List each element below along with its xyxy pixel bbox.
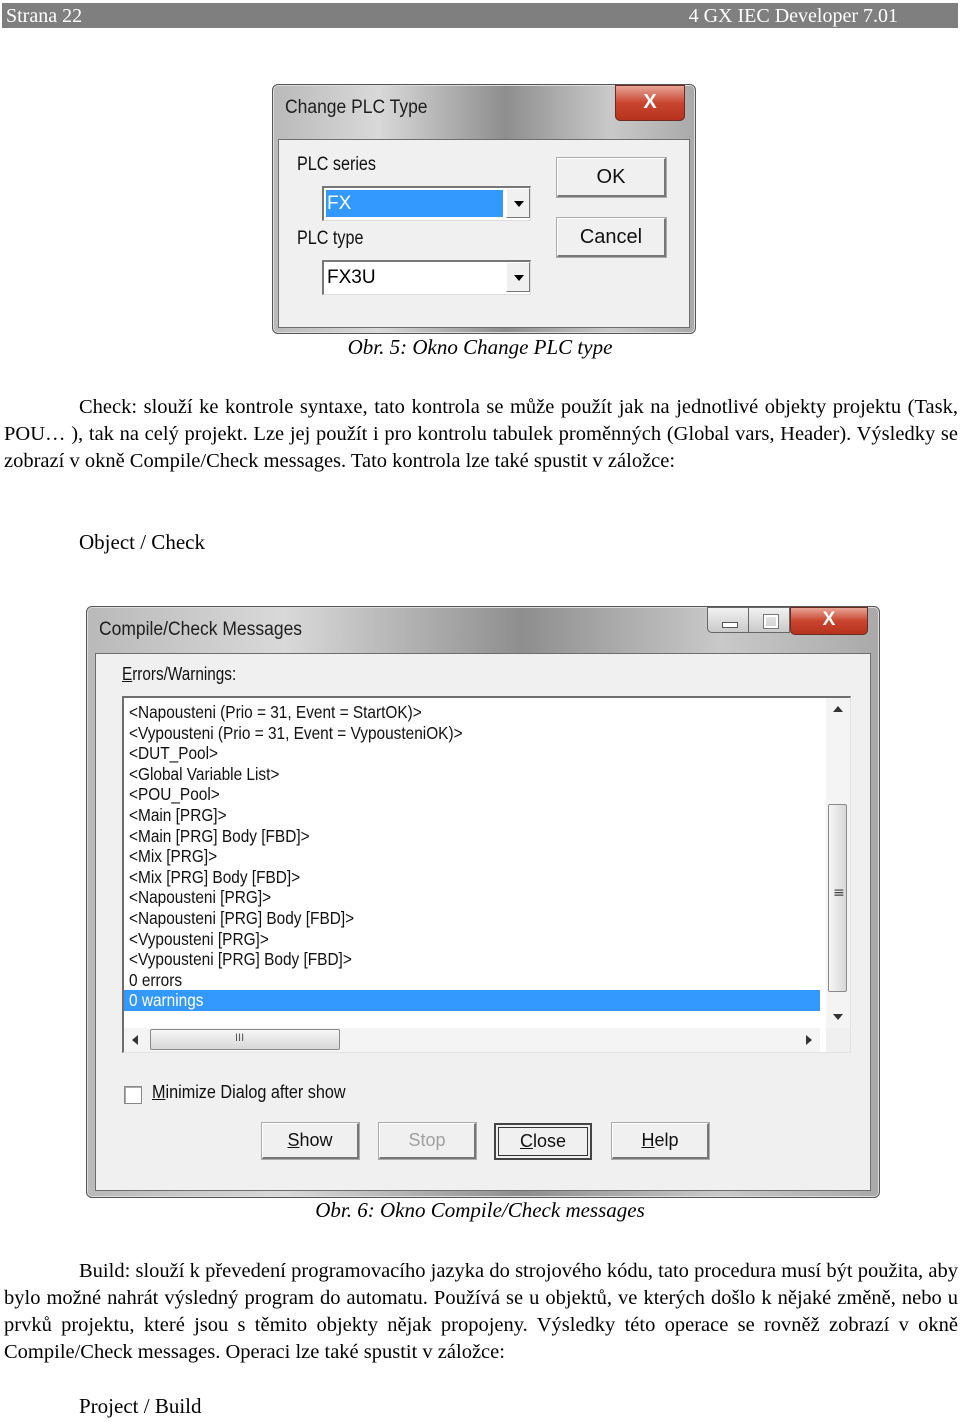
scrollbar-corner xyxy=(826,1028,850,1052)
stop-label-text: Stop xyxy=(408,1130,446,1150)
close-button[interactable]: X xyxy=(615,85,685,121)
list-item[interactable]: 0 warnings xyxy=(124,990,820,1011)
list-item[interactable]: 0 errors xyxy=(124,970,820,991)
compile-check-messages-dialog: Compile/Check Messages X Errors/Warnings… xyxy=(86,606,880,1198)
list-item[interactable]: <Mix [PRG]> xyxy=(124,846,820,867)
plc-series-value: FX xyxy=(326,190,503,217)
mnemonic-e: E xyxy=(122,664,133,684)
paragraph: Check: slouží ke kontrole syntaxe, tato … xyxy=(4,394,958,475)
page-number: Strana 22 xyxy=(6,5,83,27)
errors-warnings-label-text: rrors/Warnings: xyxy=(132,664,237,684)
horizontal-scroll-thumb[interactable] xyxy=(150,1029,340,1050)
maximize-button[interactable] xyxy=(748,607,790,633)
page-header: Strana 22 4 GX IEC Developer 7.01 xyxy=(2,3,958,28)
dialog-client-area: PLC series FX PLC type FX3U OK Cancel xyxy=(278,139,690,328)
show-label-text: how xyxy=(299,1130,333,1150)
list-item[interactable]: <Vypousteni [PRG]> xyxy=(124,929,820,950)
close-icon: X xyxy=(643,91,657,113)
list-item[interactable]: <Global Variable List> xyxy=(124,764,820,785)
plc-type-label: PLC type xyxy=(297,228,364,249)
chapter-title: 4 GX IEC Developer 7.01 xyxy=(688,5,898,27)
scroll-down-icon[interactable] xyxy=(826,1006,850,1028)
minimize-dialog-checkbox[interactable] xyxy=(124,1086,142,1104)
list-item-text: <POU_Pool> xyxy=(129,784,220,805)
list-item-text: <Main [PRG]> xyxy=(129,804,227,825)
cancel-button[interactable]: Cancel xyxy=(557,218,666,257)
horizontal-scrollbar[interactable] xyxy=(124,1028,820,1052)
scroll-up-icon[interactable] xyxy=(826,698,850,720)
list-item-text: <Vypousteni [PRG] Body [FBD]> xyxy=(129,949,352,970)
figure-caption: Obr. 6: Okno Compile/Check messages xyxy=(315,1198,645,1222)
list-item-text: <Main [PRG] Body [FBD]> xyxy=(129,825,310,846)
minimize-button[interactable] xyxy=(707,607,749,633)
mnemonic-m: M xyxy=(152,1082,166,1102)
change-plc-type-dialog: Change PLC Type X PLC series FX PLC type… xyxy=(272,84,696,334)
list-item-text: 0 warnings xyxy=(129,990,204,1011)
mnemonic-h: H xyxy=(641,1130,655,1150)
list-item-text: <Napousteni [PRG]> xyxy=(129,887,272,908)
list-item[interactable]: <Napousteni [PRG] Body [FBD]> xyxy=(124,908,820,929)
close-icon: X xyxy=(822,609,836,630)
list-item[interactable]: <Vypousteni (Prio = 31, Event = Vypouste… xyxy=(124,723,820,744)
errors-warnings-label: Errors/Warnings: xyxy=(122,664,236,685)
list-item-text: <Global Variable List> xyxy=(129,763,280,784)
paragraph: Build: slouží k převedení programovacího… xyxy=(4,1258,958,1366)
list-item-text: 0 errors xyxy=(129,969,183,990)
dialog-title: Change PLC Type xyxy=(285,97,428,118)
plc-type-value: FX3U xyxy=(327,267,376,288)
ok-button[interactable]: OK xyxy=(557,158,666,197)
chevron-down-icon[interactable] xyxy=(506,188,530,218)
scroll-right-icon[interactable] xyxy=(798,1028,820,1052)
chevron-down-icon[interactable] xyxy=(506,262,530,292)
list-item-text: <DUT_Pool> xyxy=(129,743,219,764)
list-item[interactable]: <POU_Pool> xyxy=(124,784,820,805)
list-item[interactable]: <Main [PRG]> xyxy=(124,805,820,826)
menu-path: Object / Check xyxy=(79,530,205,554)
list-item-text: <Vypousteni [PRG]> xyxy=(129,928,269,949)
menu-path: Project / Build xyxy=(79,1394,202,1418)
dialog-client-area: Errors/Warnings: <Napousteni (Prio = 31,… xyxy=(95,653,871,1191)
mnemonic-c: C xyxy=(519,1131,533,1151)
paragraph-text: Build: slouží k převedení programovacího… xyxy=(4,1260,958,1363)
close-window-button[interactable]: X xyxy=(790,607,868,635)
stop-button[interactable]: Stop xyxy=(379,1123,476,1159)
checkbox-label-text: inimize Dialog after show xyxy=(165,1082,346,1102)
list-item[interactable]: <Napousteni (Prio = 31, Event = StartOK)… xyxy=(124,702,820,723)
plc-series-label: PLC series xyxy=(297,154,376,175)
close-label-text: lose xyxy=(532,1131,567,1151)
list-item-text: <Napousteni (Prio = 31, Event = StartOK)… xyxy=(129,702,422,722)
plc-series-select[interactable]: FX xyxy=(322,186,531,221)
list-item-text: <Vypousteni (Prio = 31, Event = Vypouste… xyxy=(129,722,463,743)
help-label-text: elp xyxy=(654,1130,679,1150)
list-item[interactable]: <Vypousteni [PRG] Body [FBD]> xyxy=(124,949,820,970)
list-item-text: <Mix [PRG] Body [FBD]> xyxy=(129,866,301,887)
dialog-title: Compile/Check Messages xyxy=(99,619,303,640)
list-item[interactable]: <DUT_Pool> xyxy=(124,743,820,764)
vertical-scroll-thumb[interactable] xyxy=(828,804,847,992)
help-button[interactable]: Help xyxy=(612,1123,709,1159)
close-button[interactable]: Close xyxy=(494,1123,592,1160)
mnemonic-s: S xyxy=(287,1130,300,1150)
list-item-text: <Mix [PRG]> xyxy=(129,846,218,867)
minimize-dialog-checkbox-label[interactable]: Minimize Dialog after show xyxy=(152,1082,346,1103)
list-item[interactable]: <Main [PRG] Body [FBD]> xyxy=(124,826,820,847)
show-button[interactable]: Show xyxy=(262,1123,359,1159)
list-item[interactable]: <Mix [PRG] Body [FBD]> xyxy=(124,867,820,888)
plc-type-select[interactable]: FX3U xyxy=(322,260,531,295)
list-item-text: <Napousteni [PRG] Body [FBD]> xyxy=(129,907,355,928)
messages-listbox[interactable]: <Napousteni (Prio = 31, Event = StartOK)… xyxy=(122,696,851,1053)
figure-caption: Obr. 5: Okno Change PLC type xyxy=(347,335,613,359)
messages-list: <Napousteni (Prio = 31, Event = StartOK)… xyxy=(124,702,820,1011)
paragraph-text: Check: slouží ke kontrole syntaxe, tato … xyxy=(4,396,958,472)
list-item[interactable]: <Napousteni [PRG]> xyxy=(124,887,820,908)
scroll-left-icon[interactable] xyxy=(124,1028,146,1052)
vertical-scrollbar[interactable] xyxy=(826,698,850,1028)
